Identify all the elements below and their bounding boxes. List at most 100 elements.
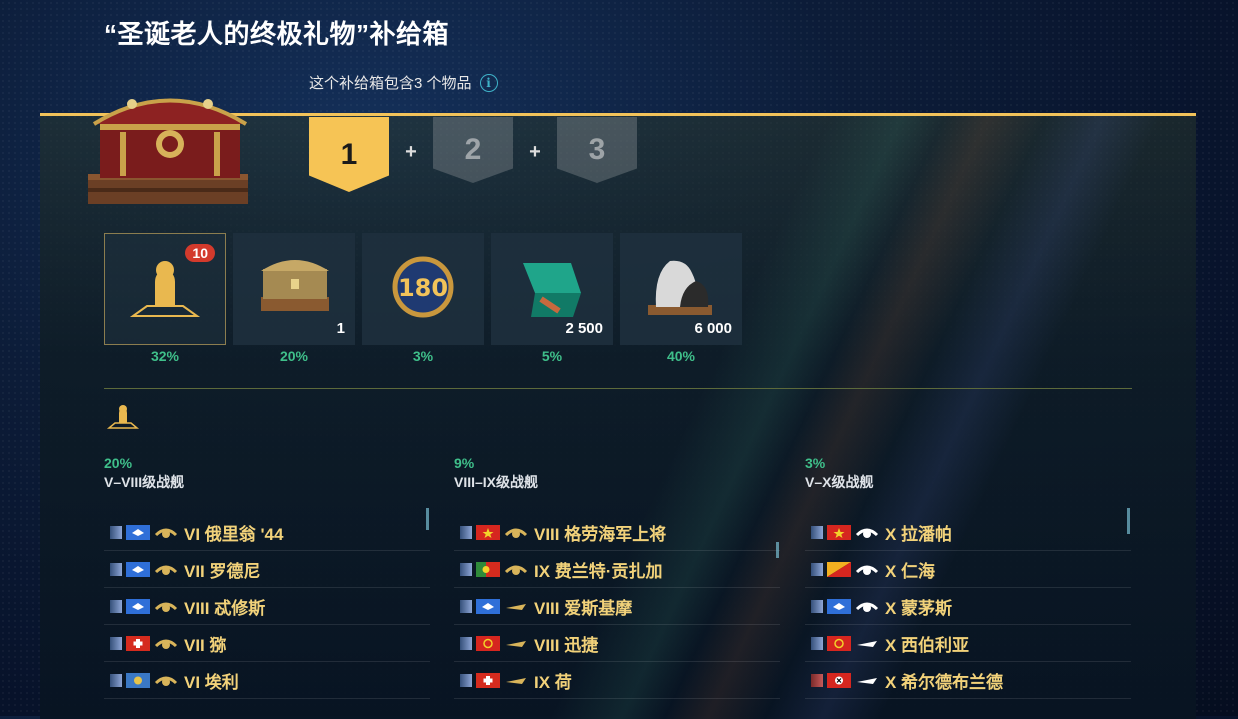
container-info: 这个补给箱包含3 个物品 i — [309, 72, 498, 93]
ship-row[interactable]: VIII 爱斯基摩 — [454, 588, 780, 625]
ship-class-icon — [855, 565, 879, 575]
nation-color-icon — [460, 525, 472, 539]
scrollbar[interactable] — [776, 542, 779, 558]
switzerland-flag-icon — [126, 635, 150, 651]
uk-flag-icon — [126, 561, 150, 577]
ship-row[interactable]: X 希尔德布兰德 — [805, 662, 1131, 699]
item-step-selector: 1 + 2 + 3 — [309, 117, 637, 192]
count-badge: 10 — [185, 244, 215, 262]
battleship-class-icon — [154, 565, 178, 575]
nation-color-icon — [811, 599, 823, 613]
ship-name: X 希尔德布兰德 — [885, 672, 1004, 692]
ship-name: X 西伯利亚 — [885, 635, 970, 655]
item-quantity: 6 000 — [694, 320, 732, 337]
ship-column-2: 9% VIII–IX级战舰 VIII 格劳海军上将 IX 费兰特·贡扎加 VII… — [454, 455, 780, 699]
nation-color-icon — [110, 673, 122, 687]
ship-row[interactable]: X 仁海 — [805, 551, 1131, 588]
ship-row[interactable]: VI 俄里翁 '44 — [104, 514, 430, 551]
step-2-tab[interactable]: 2 — [433, 117, 513, 183]
bhutan-flag-icon — [827, 561, 851, 577]
item-180-emblem[interactable]: 180 — [362, 233, 484, 345]
ship-column-1: 20% V–VIII级战舰 VI 俄里翁 '44 VII 罗德尼 VIII 忒修… — [104, 455, 430, 699]
ship-row[interactable]: VIII 忒修斯 — [104, 588, 430, 625]
ship-row[interactable]: X 拉潘帕 — [805, 514, 1131, 551]
ship-name: VIII 爱斯基摩 — [534, 598, 633, 618]
switzerland-flag-icon — [476, 672, 500, 688]
battleship-class-icon — [154, 676, 178, 686]
column-percent: 20% — [104, 455, 133, 471]
ship-list: VIII 格劳海军上将 IX 费兰特·贡扎加 VIII 爱斯基摩 VIII 迅捷… — [454, 514, 780, 699]
supply-container-icon — [88, 98, 248, 204]
item-ship-silhouette[interactable]: 10 — [104, 233, 226, 345]
ship-row[interactable]: IX 荷 — [454, 662, 780, 699]
scrollbar[interactable] — [426, 508, 429, 530]
section-divider — [104, 388, 1132, 389]
ship-name: VII 猕 — [184, 635, 227, 655]
battleship-class-icon — [154, 528, 178, 538]
item-percent: 5% — [541, 348, 563, 364]
china-flag-icon — [827, 635, 851, 651]
item-percent: 32% — [150, 348, 180, 364]
ship-row[interactable]: IX 费兰特·贡扎加 — [454, 551, 780, 588]
step-1-tab[interactable]: 1 — [309, 117, 389, 192]
nation-color-icon — [811, 525, 823, 539]
ship-name: VIII 格劳海军上将 — [534, 524, 667, 544]
container-subtitle: 这个补给箱包含3 个物品 — [309, 75, 472, 92]
nation-color-icon — [460, 562, 472, 576]
destroyer-class-icon — [506, 641, 526, 647]
portugal-flag-icon — [476, 561, 500, 577]
battleship-class-icon — [154, 639, 178, 649]
ship-class-icon — [855, 602, 879, 612]
china-flag-icon — [476, 635, 500, 651]
uk-flag-icon — [476, 598, 500, 614]
scrollbar[interactable] — [1127, 508, 1130, 534]
item-camouflage[interactable]: 2 500 — [491, 233, 613, 345]
svg-text:180: 180 — [398, 274, 448, 302]
column-percent: 9% — [454, 455, 475, 471]
ship-name: X 仁海 — [885, 561, 936, 581]
page-title: “圣诞老人的终极礼物”补给箱 — [104, 19, 450, 49]
emblem-180-icon: 180 — [392, 256, 454, 318]
info-icon[interactable]: i — [479, 73, 498, 92]
nation-color-icon — [110, 562, 122, 576]
nation-color-icon — [110, 525, 122, 539]
ship-name: X 蒙茅斯 — [885, 598, 953, 618]
vietnam-flag-icon — [827, 524, 851, 540]
ship-column-3: 3% V–X级战舰 X 拉潘帕 X 仁海 X 蒙茅斯 X 西伯利亚 X 希尔德布… — [805, 455, 1131, 699]
destroyer-class-icon — [506, 678, 526, 684]
destroyer-class-icon — [506, 604, 526, 610]
ship-name: IX 荷 — [534, 672, 572, 692]
ship-row[interactable]: VIII 格劳海军上将 — [454, 514, 780, 551]
vietnam-flag-icon — [476, 524, 500, 540]
ship-name: VIII 迅捷 — [534, 635, 599, 655]
item-santa-container[interactable]: 1 — [233, 233, 355, 345]
item-coal[interactable]: 6 000 — [620, 233, 742, 345]
ship-row[interactable]: VI 埃利 — [104, 662, 430, 699]
column-percent: 3% — [805, 455, 826, 471]
ship-row[interactable]: VII 罗德尼 — [104, 551, 430, 588]
nation-color-icon — [811, 673, 823, 687]
ship-class-icon — [855, 528, 879, 538]
ship-name: VII 罗德尼 — [184, 561, 261, 581]
uk-flag-icon — [827, 598, 851, 614]
ship-row[interactable]: VIII 迅捷 — [454, 625, 780, 662]
ship-list: X 拉潘帕 X 仁海 X 蒙茅斯 X 西伯利亚 X 希尔德布兰德 — [805, 514, 1131, 699]
item-percent: 20% — [279, 348, 309, 364]
ship-name: VIII 忒修斯 — [184, 598, 266, 618]
ship-name: VI 俄里翁 '44 — [184, 524, 284, 544]
ship-name: IX 费兰特·贡扎加 — [534, 561, 663, 581]
nation-color-icon — [460, 636, 472, 650]
nation-color-icon — [460, 673, 472, 687]
plus-separator: + — [405, 141, 417, 163]
ship-class-icon — [857, 678, 877, 684]
ship-name: X 拉潘帕 — [885, 524, 953, 544]
nation-color-icon — [110, 636, 122, 650]
step-3-tab[interactable]: 3 — [557, 117, 637, 183]
nation-color-icon — [460, 599, 472, 613]
ship-row[interactable]: VII 猕 — [104, 625, 430, 662]
ship-row[interactable]: X 西伯利亚 — [805, 625, 1131, 662]
drop-items: 10 1 180 2 500 6 000 — [104, 233, 742, 345]
ship-row[interactable]: X 蒙茅斯 — [805, 588, 1131, 625]
nation-color-icon — [811, 562, 823, 576]
ship-list: VI 俄里翁 '44 VII 罗德尼 VIII 忒修斯 VII 猕 VI 埃利 — [104, 514, 430, 699]
